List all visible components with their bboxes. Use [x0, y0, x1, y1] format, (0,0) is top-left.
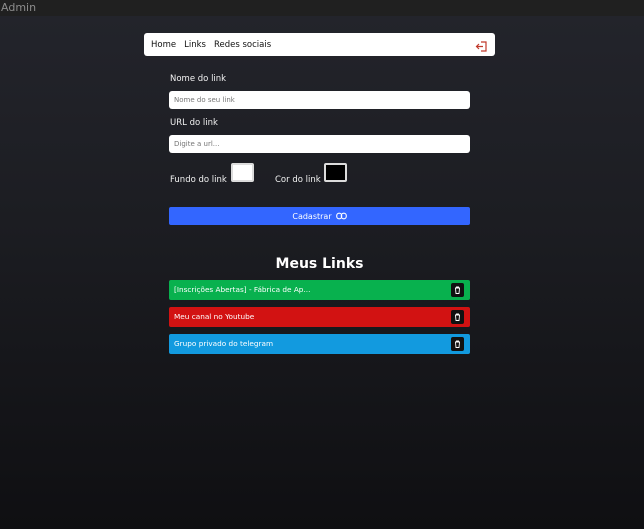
- bg-color-label: Fundo do link: [170, 175, 227, 185]
- text-color-label: Cor do link: [275, 175, 321, 185]
- link-url-label: URL do link: [170, 118, 218, 128]
- text-color-picker[interactable]: [324, 163, 347, 182]
- my-links-title: Meus Links: [275, 256, 364, 272]
- link-url-input[interactable]: [169, 135, 470, 153]
- link-item-label: [Inscrições Abertas] - Fábrica de Ap...: [174, 285, 311, 294]
- navbar: Home Links Redes sociais: [144, 33, 495, 56]
- trash-icon[interactable]: [451, 283, 464, 297]
- link-item-label: Meu canal no Youtube: [174, 312, 255, 321]
- trash-icon[interactable]: [451, 310, 464, 324]
- window-title: Admin: [0, 0, 644, 16]
- link-name-label: Nome do link: [170, 74, 227, 84]
- bg-color-picker[interactable]: [231, 163, 254, 182]
- link-item[interactable]: Meu canal no Youtube: [169, 307, 470, 327]
- nav-links-link[interactable]: Links: [184, 40, 206, 50]
- nav-home-link[interactable]: Home: [151, 40, 176, 50]
- link-name-input[interactable]: [169, 91, 470, 109]
- link-item-label: Grupo privado do telegram: [174, 339, 274, 348]
- nav-social-link[interactable]: Redes sociais: [214, 40, 271, 50]
- link-item[interactable]: [Inscrições Abertas] - Fábrica de Ap...: [169, 280, 470, 300]
- submit-button-label: Cadastrar: [292, 211, 332, 221]
- link-item[interactable]: Grupo privado do telegram: [169, 334, 470, 354]
- logout-icon[interactable]: [475, 38, 488, 52]
- submit-button[interactable]: Cadastrar: [169, 207, 470, 225]
- trash-icon[interactable]: [451, 337, 464, 351]
- link-icon: [335, 212, 347, 220]
- page: Home Links Redes sociais Nome do link UR…: [0, 16, 644, 529]
